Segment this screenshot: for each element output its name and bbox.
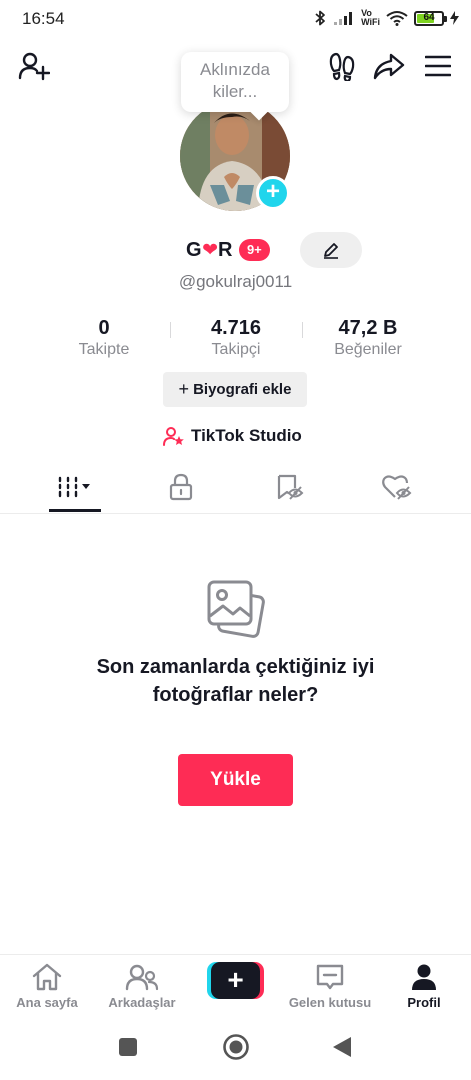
hamburger-menu-icon	[425, 55, 451, 77]
notification-badge[interactable]: 9+	[238, 239, 270, 261]
bookmark-eye-icon	[277, 474, 304, 500]
add-story-button[interactable]: +	[256, 176, 290, 210]
add-friend-button[interactable]	[16, 48, 52, 84]
note-placeholder: Aklınızda kiler...	[200, 60, 270, 101]
tab-posts[interactable]	[35, 462, 115, 512]
username: @gokulraj0011	[178, 272, 293, 291]
inbox-icon	[316, 964, 344, 990]
bottom-navigation: Ana sayfa Arkadaşlar + Gelen kutusu Prof…	[0, 954, 471, 1020]
nav-home[interactable]: Ana sayfa	[0, 963, 94, 1010]
add-person-icon	[18, 52, 50, 81]
person-icon	[412, 964, 436, 990]
home-icon	[32, 963, 62, 991]
heart-eye-icon	[382, 475, 412, 500]
recent-apps-icon[interactable]	[118, 1037, 138, 1057]
tab-private[interactable]	[141, 462, 221, 512]
share-profile-button[interactable]	[370, 48, 408, 84]
nav-inbox-label: Gelen kutusu	[288, 995, 372, 1010]
plus-icon: +	[211, 962, 260, 999]
back-icon[interactable]	[331, 1036, 353, 1058]
display-name-suffix: R	[217, 238, 233, 261]
friends-icon	[125, 964, 159, 991]
followers-count: 4.716	[210, 317, 262, 339]
share-arrow-icon	[373, 53, 405, 80]
home-button-icon[interactable]	[222, 1033, 250, 1061]
nav-profile-label: Profil	[407, 995, 441, 1010]
profile-views-button[interactable]	[324, 48, 360, 84]
display-name-row: G ❤ R 9+	[186, 236, 270, 264]
nav-friends[interactable]: Arkadaşlar	[95, 963, 189, 1010]
battery-indicator: 64	[414, 10, 447, 26]
lock-icon	[169, 473, 193, 501]
footprints-icon	[329, 52, 355, 81]
status-time: 16:54	[22, 9, 65, 28]
status-bar: 16:54 Vo WiFi 64	[0, 0, 471, 36]
photos-icon	[207, 580, 265, 638]
signal-icon	[334, 12, 353, 25]
charging-icon	[450, 11, 459, 25]
menu-button[interactable]	[419, 48, 457, 84]
volte-wifi-label: Vo WiFi	[361, 8, 380, 27]
create-button[interactable]: +	[207, 962, 264, 999]
tab-favorites[interactable]	[250, 462, 330, 512]
followers-stat[interactable]: 4.716 Takipçi	[171, 316, 301, 359]
nav-inbox[interactable]: Gelen kutusu	[283, 963, 377, 1010]
bluetooth-icon	[315, 10, 325, 26]
upload-button[interactable]: Yükle	[178, 754, 293, 806]
grid-icon	[58, 476, 90, 498]
active-tab-indicator	[49, 509, 101, 512]
note-bubble[interactable]: Aklınızda kiler...	[181, 52, 289, 112]
profile-tabs	[0, 462, 471, 514]
likes-label: Beğeniler	[334, 341, 402, 358]
creator-star-icon	[163, 427, 184, 446]
add-bio-label: Biyografi ekle	[193, 381, 292, 398]
heart-icon: ❤	[202, 239, 218, 261]
likes-stat[interactable]: 47,2 B Beğeniler	[303, 316, 433, 359]
followers-label: Takipçi	[211, 341, 261, 358]
tab-liked[interactable]	[357, 462, 437, 512]
edit-profile-button[interactable]	[300, 232, 362, 268]
following-count: 0	[98, 317, 110, 339]
following-label: Takipte	[78, 341, 130, 358]
wifi-icon	[386, 11, 408, 26]
status-icons: Vo WiFi 64	[313, 8, 459, 28]
plus-icon: +	[178, 379, 190, 399]
nav-profile[interactable]: Profil	[377, 963, 471, 1010]
pencil-icon	[324, 243, 338, 259]
tiktok-studio-link[interactable]: TikTok Studio	[163, 424, 302, 448]
nav-home-label: Ana sayfa	[16, 995, 78, 1010]
system-navigation-bar	[0, 1020, 471, 1080]
tiktok-studio-label: TikTok Studio	[191, 426, 302, 445]
empty-state-message: Son zamanlarda çektiğiniz iyi fotoğrafla…	[96, 656, 375, 706]
following-stat[interactable]: 0 Takipte	[39, 316, 169, 359]
display-name-prefix: G	[186, 238, 203, 261]
likes-count: 47,2 B	[338, 317, 398, 339]
battery-level: 64	[423, 11, 435, 23]
nav-friends-label: Arkadaşlar	[108, 995, 176, 1010]
add-bio-button[interactable]: + Biyografi ekle	[163, 372, 307, 407]
